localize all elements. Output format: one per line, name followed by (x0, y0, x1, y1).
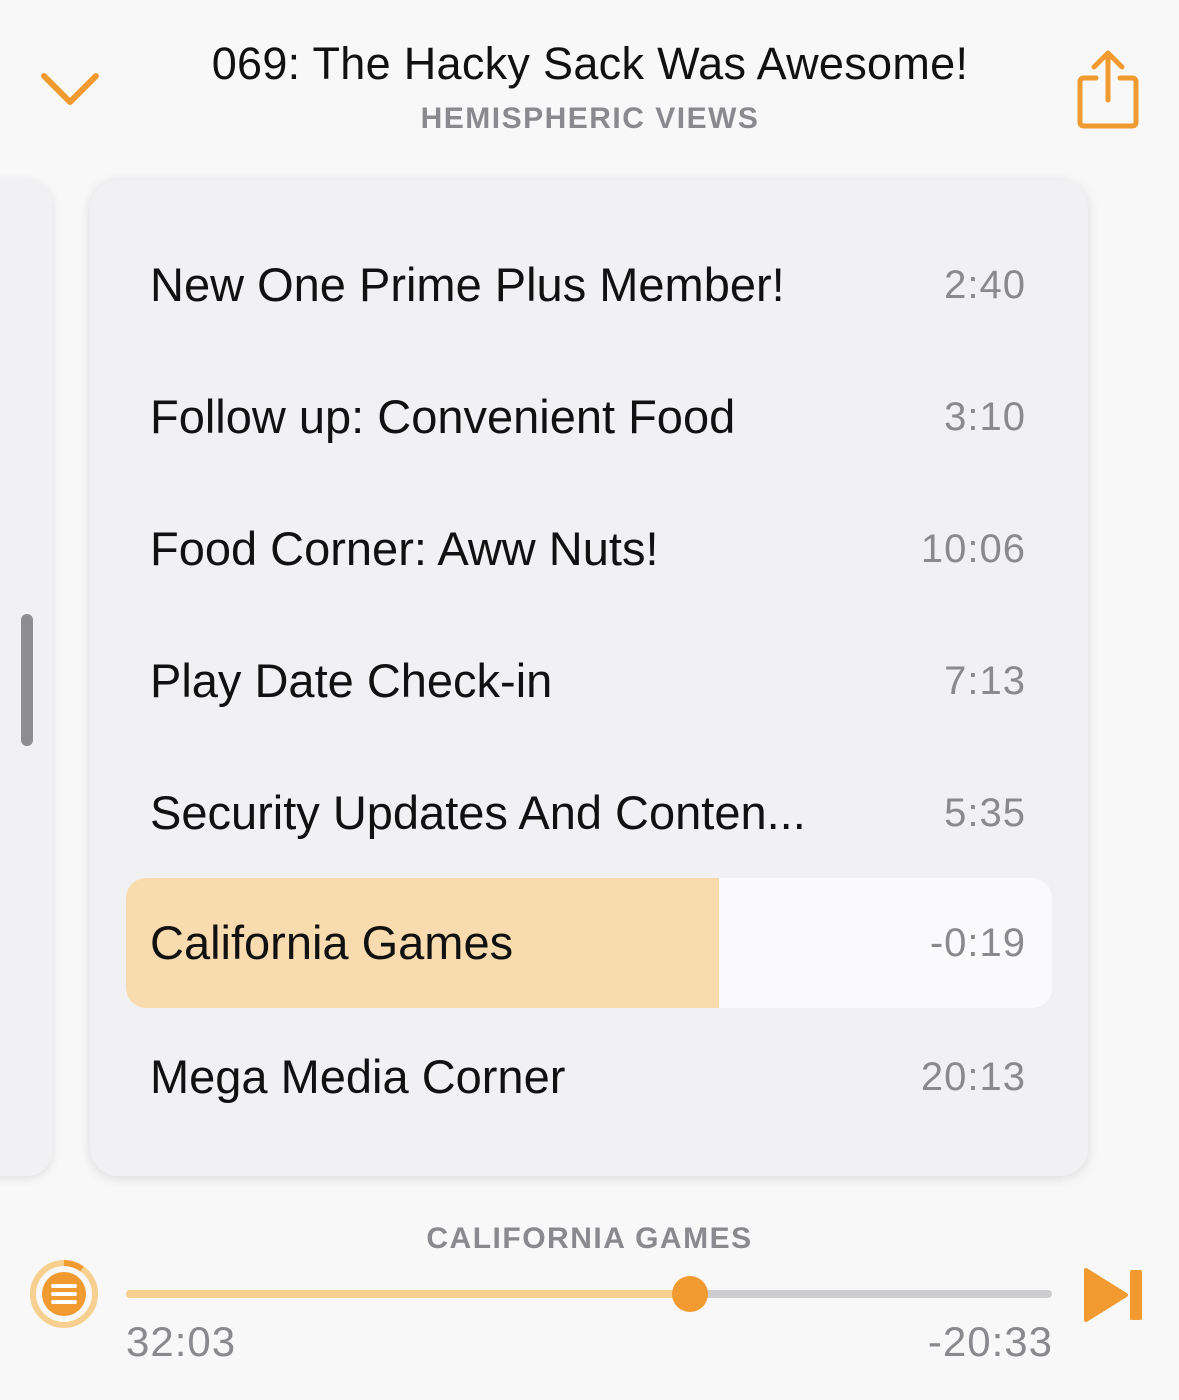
chapter-title: Play Date Check-in (150, 654, 553, 707)
header: 069: The Hacky Sack Was Awesome! HEMISPH… (0, 0, 1179, 160)
chapter-duration: 10:06 (920, 527, 1026, 571)
chapter-duration: 5:35 (944, 791, 1026, 835)
chevron-down-icon (41, 73, 99, 105)
collapse-button[interactable] (36, 68, 104, 112)
chapter-row[interactable]: Security Updates And Conten... 5:35 (126, 748, 1052, 878)
scrubber-handle[interactable] (671, 1276, 708, 1312)
page-scroll-indicator[interactable] (21, 614, 33, 746)
chapter-time-remaining: -0:19 (929, 921, 1026, 965)
chapters-list-button[interactable] (28, 1258, 100, 1330)
chapter-title: Security Updates And Conten... (150, 786, 806, 839)
next-chapter-icon (1084, 1268, 1142, 1322)
chapter-row[interactable]: Mega Media Corner 20:13 (126, 1012, 1052, 1142)
chapter-row[interactable]: New One Prime Plus Member! 2:40 (126, 220, 1052, 350)
chapter-duration: 2:40 (944, 263, 1026, 307)
chapter-title: Food Corner: Aww Nuts! (150, 522, 659, 575)
current-chapter-row[interactable]: California Games -0:19 (126, 878, 1052, 1008)
share-icon (1077, 50, 1139, 129)
next-chapter-button[interactable] (1082, 1266, 1148, 1324)
chapter-duration: 7:13 (944, 659, 1026, 703)
remaining-time: -20:33 (927, 1318, 1053, 1365)
chapter-duration: 20:13 (920, 1055, 1026, 1099)
playback-progress-fill (126, 1290, 690, 1298)
chapter-title: New One Prime Plus Member! (150, 258, 785, 311)
chapters-list-icon (30, 1260, 98, 1328)
chapter-title: California Games (150, 916, 514, 969)
show-name: HEMISPHERIC VIEWS (420, 102, 760, 135)
chapters-card: New One Prime Plus Member! 2:40 Follow u… (90, 180, 1088, 1176)
chapter-title: Mega Media Corner (150, 1050, 566, 1103)
chapter-duration: 3:10 (944, 395, 1026, 439)
playback-scrubber[interactable] (126, 1276, 1052, 1312)
chapter-title: Follow up: Convenient Food (150, 390, 736, 443)
share-button[interactable] (1072, 48, 1144, 132)
current-chapter-label: CALIFORNIA GAMES (426, 1222, 753, 1255)
chapter-row[interactable]: Follow up: Convenient Food 3:10 (126, 352, 1052, 482)
chapter-row[interactable]: Play Date Check-in 7:13 (126, 616, 1052, 746)
elapsed-time: 32:03 (126, 1318, 237, 1365)
episode-title: 069: The Hacky Sack Was Awesome! (211, 38, 969, 89)
chapter-row[interactable]: Food Corner: Aww Nuts! 10:06 (126, 484, 1052, 614)
